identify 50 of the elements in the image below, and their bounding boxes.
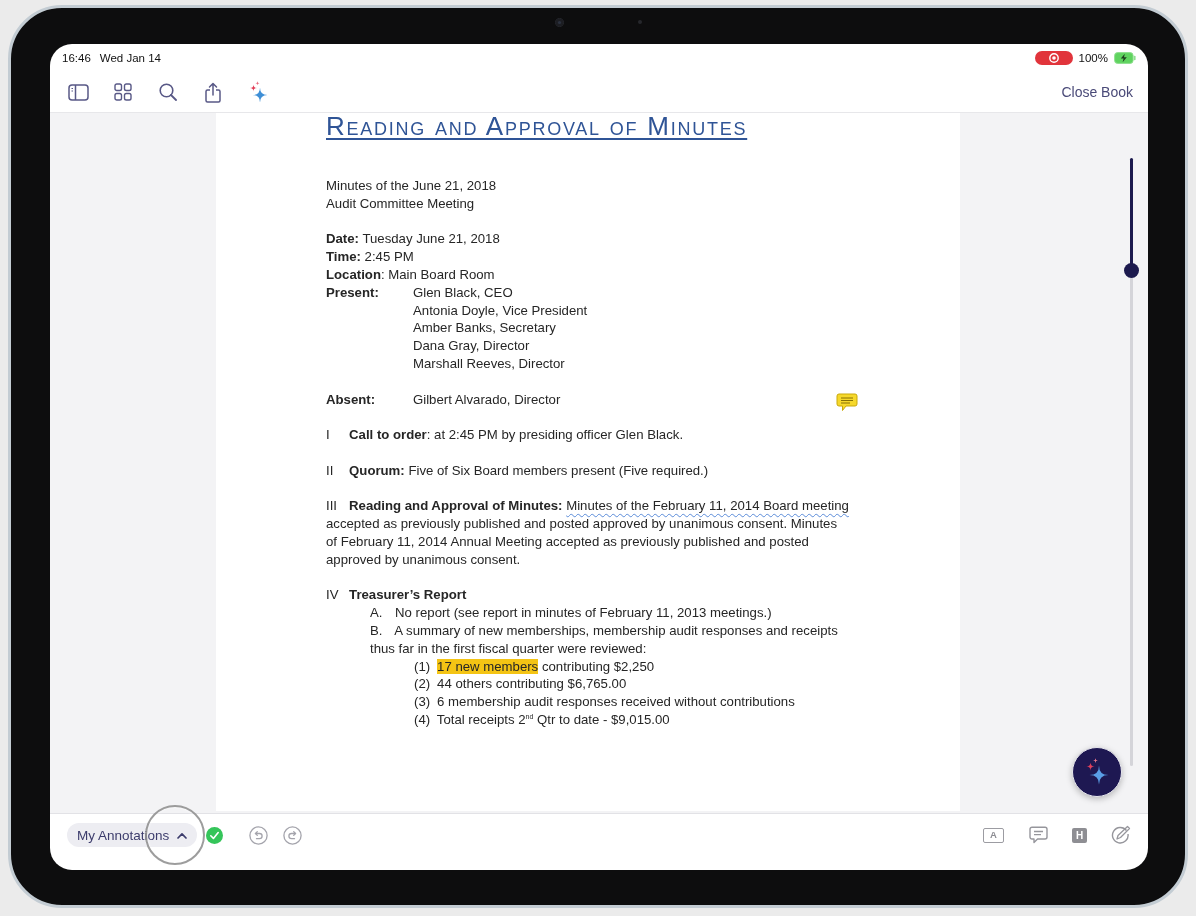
- attendance-label: Present:: [326, 284, 379, 300]
- comment-tool[interactable]: [1027, 824, 1049, 846]
- list-item: A. No report (see report in minutes of February 11, 2013 meetings.): [370, 604, 773, 622]
- search-icon: [159, 83, 177, 101]
- list-item: B. A summary of new memberships, membership audit responses and receipts thus far in the first fiscal quarter were reviewed:: [370, 621, 839, 658]
- comment-note-icon[interactable]: [836, 393, 858, 412]
- attendee-name: Amber Banks, Secretary: [413, 319, 556, 338]
- agenda-item: II Quorum: Five of Six Board members present (Five required.): [326, 461, 710, 480]
- meeting-detail: Location: Main Board Room: [326, 266, 496, 284]
- battery-percent: 100%: [1078, 52, 1108, 64]
- list-item: (2) 44 others contributing $6,765.00: [414, 675, 628, 694]
- close-book-button[interactable]: Close Book: [1061, 82, 1133, 102]
- grid-button[interactable]: [111, 80, 135, 104]
- meeting-detail: Date: Tuesday June 21, 2018: [326, 230, 501, 249]
- share-icon: [205, 81, 221, 103]
- agenda-item: III Reading and Approval of Minutes: Minutes of the February 11, 2014 Board meeting accepted as previously published and posted approved by unanimous consent. Minutes of February 11, 2014 Annual Meeting accepted as previously published and posted approved by unanimous consent.: [326, 497, 850, 569]
- sidebar-icon: [67, 83, 89, 101]
- attendee-name: Dana Gray, Director: [413, 337, 530, 355]
- document-title: Reading and Approval of Minutes: [326, 113, 748, 139]
- page-scrubber[interactable]: [1124, 158, 1139, 766]
- agenda-item: IV Treasurer’s Report: [326, 586, 468, 605]
- chevron-up-icon: [177, 831, 188, 839]
- grid-icon: [114, 83, 132, 101]
- meeting-heading-line: Minutes of the June 21, 2018: [326, 177, 498, 195]
- check-circle-icon: [206, 827, 224, 844]
- status-date: Wed Jan 14: [99, 52, 161, 64]
- search-button[interactable]: [156, 80, 180, 104]
- redo-icon: [283, 826, 303, 845]
- attendance-label: Absent:: [326, 391, 376, 407]
- attendee-name: Antonia Doyle, Vice President: [413, 301, 588, 320]
- list-item: (3) 6 membership audit responses received without contributions: [414, 693, 796, 711]
- list-item: (4) Total receipts 2$^{nd}$ Qtr to date - $9,015.00: [414, 710, 671, 729]
- lens-icon: [555, 18, 564, 27]
- annotations-menu-button[interactable]: My Annotations: [67, 823, 198, 847]
- pencil-slash-icon: [1111, 825, 1131, 845]
- meeting-detail: Time: 2:45 PM: [326, 248, 415, 266]
- attendee-name: Marshall Reeves, Director: [413, 354, 565, 373]
- agenda-item: I Call to order: at 2:45 PM by presiding officer Glen Black.: [326, 426, 685, 444]
- markup-off-tool[interactable]: [1110, 824, 1132, 846]
- list-item: (1) 17 new members contributing $2,250: [414, 657, 656, 676]
- screen-recording-icon: [1034, 51, 1073, 65]
- undo-icon: [249, 826, 269, 845]
- status-time: 16:46: [62, 52, 91, 64]
- battery-charging-icon: [1114, 52, 1136, 64]
- speech-bubble-icon: [1028, 826, 1048, 844]
- attendee-name: Gilbert Alvarado, Director: [413, 390, 561, 409]
- meeting-heading-line: Audit Committee Meeting: [326, 194, 476, 213]
- assistant-button[interactable]: [1072, 747, 1122, 797]
- scrubber-thumb[interactable]: [1124, 263, 1139, 278]
- attendee-name: Glen Black, CEO: [413, 283, 513, 302]
